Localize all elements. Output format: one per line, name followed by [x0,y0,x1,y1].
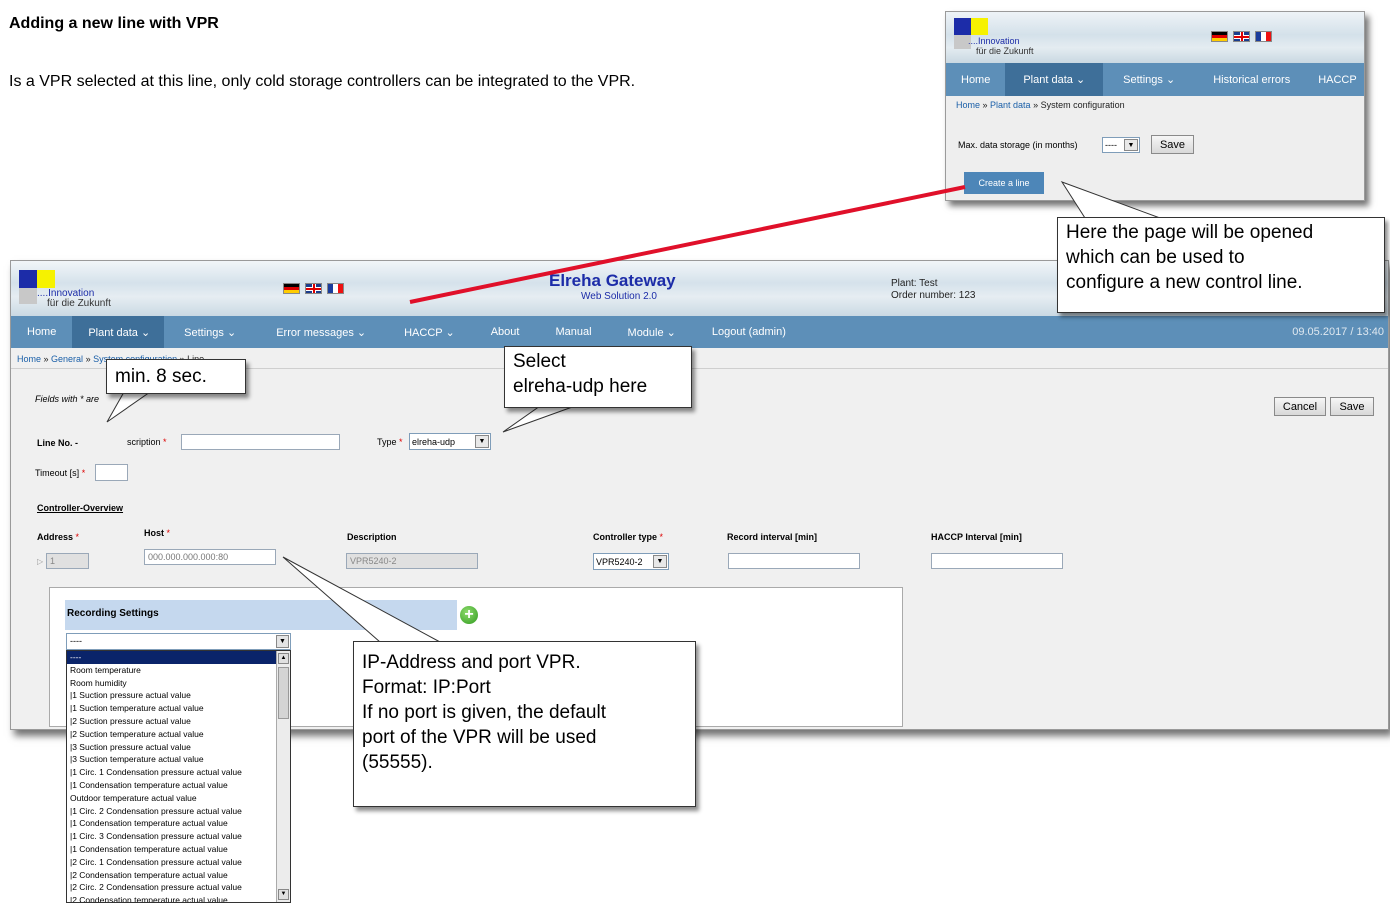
doc-heading: Adding a new line with VPR [9,15,219,32]
col-address: Address * [37,532,80,542]
recording-settings-title: Recording Settings [65,600,457,630]
haccp-interval-input[interactable] [931,553,1063,569]
mini-language-flags [1211,31,1272,42]
col-haccp-interval: HACCP Interval [min] [931,532,1022,542]
nav-logout[interactable]: Logout (admin) [694,316,804,348]
callout-create-page: Here the page will be opened which can b… [1057,217,1385,313]
host-input[interactable]: 000.000.000.000:80 [144,549,276,565]
dropdown-option[interactable]: |2 Circ. 1 Condensation pressure actual … [67,856,290,869]
controller-overview-title: Controller-Overview [37,503,124,513]
dropdown-option[interactable]: |1 Suction temperature actual value [67,702,290,715]
callout-ip-address: IP-Address and port VPR. Format: IP:Port… [353,641,696,807]
nav-home[interactable]: Home [11,316,72,348]
chevron-down-icon: ▼ [1124,139,1138,151]
mini-logo-text: ....Innovation für die Zukunft [968,36,1034,56]
nav-module[interactable]: Module ⌄ [610,316,694,348]
dropdown-option[interactable]: |2 Circ. 2 Condensation pressure actual … [67,881,290,894]
datetime: 09.05.2017 / 13:40 [1292,326,1384,338]
dropdown-option[interactable]: |3 Suction pressure actual value [67,741,290,754]
mini-breadcrumb: Home » Plant data » System configuration [956,100,1125,110]
dropdown-option[interactable]: |2 Condensation temperature actual value [67,869,290,882]
mini-navbar: Home Plant data ⌄ Settings ⌄ Historical … [946,63,1364,96]
expand-row-icon[interactable]: ▷ [37,557,43,566]
main-logo-text: ....Innovation für die Zukunft [37,288,111,309]
chevron-down-icon: ▼ [653,555,667,568]
doc-paragraph: Is a VPR selected at this line, only col… [9,73,636,90]
chevron-down-icon: ▼ [276,635,289,648]
recording-select[interactable]: ---- ▼ [66,633,291,650]
main-language-flags [283,283,344,294]
callout-select-udp: Select elreha-udp here [504,346,692,408]
line-description-input[interactable] [181,434,340,450]
record-interval-input[interactable] [728,553,860,569]
description-label: scription * [127,437,167,447]
flag-english-icon[interactable] [305,283,322,294]
dropdown-option[interactable]: |2 Suction temperature actual value [67,728,290,741]
dropdown-option[interactable]: |2 Condensation temperature actual value [67,894,290,902]
timeout-label: Timeout [s] * [35,468,86,478]
mini-nav-settings[interactable]: Settings ⌄ [1103,63,1195,96]
dropdown-option[interactable]: |1 Circ. 1 Condensation pressure actual … [67,766,290,779]
chevron-down-icon: ▼ [475,435,489,448]
line-no-label: Line No. - [37,438,78,448]
flag-german-icon[interactable] [283,283,300,294]
scroll-up-icon[interactable]: ▲ [278,653,289,664]
type-select[interactable]: elreha-udp ▼ [409,433,491,450]
callout-min-timeout: min. 8 sec. [106,359,246,394]
mini-banner: ....Innovation für die Zukunft [946,12,1364,63]
description-input: VPR5240-2 [346,553,478,569]
mini-screenshot: ....Innovation für die Zukunft Home Plan… [945,11,1365,201]
required-note: Fields with * are [35,394,100,404]
dropdown-option[interactable]: |1 Condensation temperature actual value [67,843,290,856]
mini-nav-plant-data[interactable]: Plant data ⌄ [1005,63,1104,96]
scrollbar[interactable]: ▲ ▼ [276,651,290,902]
dropdown-option[interactable]: |2 Suction pressure actual value [67,715,290,728]
dropdown-option[interactable]: Outdoor temperature actual value [67,792,290,805]
nav-plant-data[interactable]: Plant data ⌄ [72,316,165,348]
mini-create-line-button[interactable]: Create a line [964,172,1044,194]
dropdown-option[interactable]: |1 Condensation temperature actual value [67,779,290,792]
col-record-interval: Record interval [min] [727,532,818,542]
scroll-thumb[interactable] [278,667,289,719]
col-description: Description [347,532,397,542]
flag-german-icon[interactable] [1211,31,1228,42]
app-subtitle: Web Solution 2.0 [581,291,657,302]
nav-about[interactable]: About [473,316,538,348]
mini-nav-historical-errors[interactable]: Historical errors [1195,63,1308,96]
dropdown-option[interactable]: |1 Suction pressure actual value [67,689,290,702]
recording-options-list[interactable]: ---- Room temperature Room humidity |1 Suct… [66,650,291,903]
address-input: 1 [46,553,89,569]
nav-error-messages[interactable]: Error messages ⌄ [256,316,386,348]
nav-haccp[interactable]: HACCP ⌄ [386,316,473,348]
plant-info: Plant: Test Order number: 123 [891,278,976,301]
dropdown-option[interactable]: ---- [67,651,290,664]
timeout-input[interactable] [95,464,128,481]
dropdown-option[interactable]: |1 Condensation temperature actual value [67,817,290,830]
flag-english-icon[interactable] [1233,31,1250,42]
mini-save-button[interactable]: Save [1151,135,1194,154]
mini-storage-label: Max. data storage (in months) [958,140,1078,150]
app-title: Elreha Gateway [549,271,676,290]
cancel-button[interactable]: Cancel [1274,397,1326,416]
flag-french-icon[interactable] [1255,31,1272,42]
mini-storage-select[interactable]: ---- ▼ [1102,137,1140,153]
controller-type-select[interactable]: VPR5240-2 ▼ [593,553,669,570]
nav-settings[interactable]: Settings ⌄ [164,316,256,348]
col-host: Host * [144,528,171,538]
add-icon[interactable]: + [460,606,478,624]
dropdown-option[interactable]: |3 Suction temperature actual value [67,753,290,766]
dropdown-option[interactable]: Room humidity [67,677,290,690]
save-button[interactable]: Save [1330,397,1374,416]
dropdown-option[interactable]: Room temperature [67,664,290,677]
mini-nav-haccp[interactable]: HACCP [1308,63,1364,96]
scroll-down-icon[interactable]: ▼ [278,889,289,900]
type-label: Type * [377,437,403,447]
main-navbar: Home Plant data ⌄ Settings ⌄ Error messa… [11,316,1388,348]
dropdown-option[interactable]: |1 Circ. 3 Condensation pressure actual … [67,830,290,843]
nav-manual[interactable]: Manual [537,316,609,348]
col-controller-type: Controller type * [593,532,664,542]
flag-french-icon[interactable] [327,283,344,294]
dropdown-option[interactable]: |1 Circ. 2 Condensation pressure actual … [67,805,290,818]
mini-nav-home[interactable]: Home [946,63,1005,96]
